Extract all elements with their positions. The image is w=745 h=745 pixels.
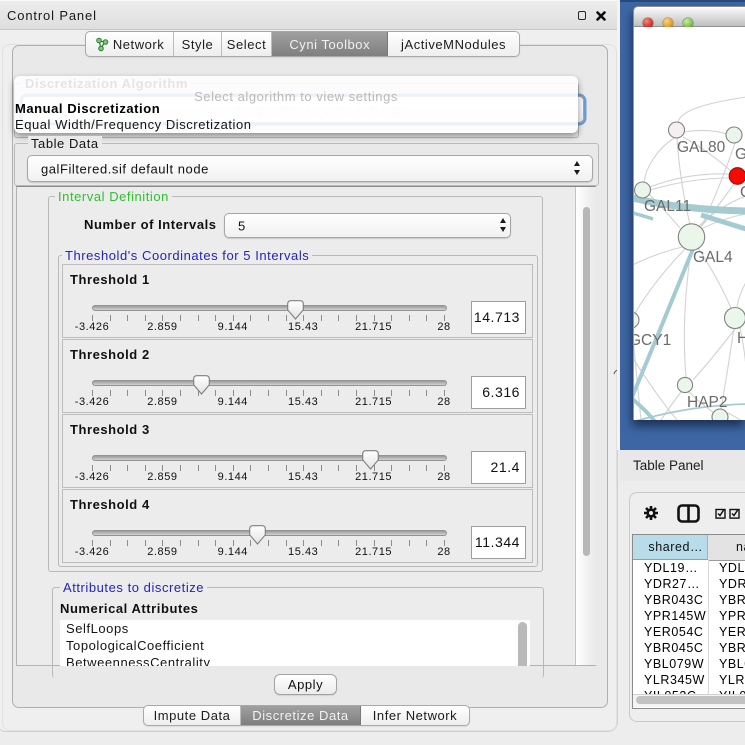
svg-text:C: C: [740, 184, 745, 201]
svg-text:GCY1: GCY1: [634, 332, 671, 349]
svg-text:GA: GA: [735, 146, 745, 163]
svg-text:HAP2: HAP2: [687, 394, 728, 411]
svg-text:GAL11: GAL11: [644, 198, 691, 215]
svg-text:H: H: [737, 330, 745, 347]
svg-text:GAL80: GAL80: [677, 139, 726, 156]
svg-text:GAL4: GAL4: [693, 249, 733, 266]
